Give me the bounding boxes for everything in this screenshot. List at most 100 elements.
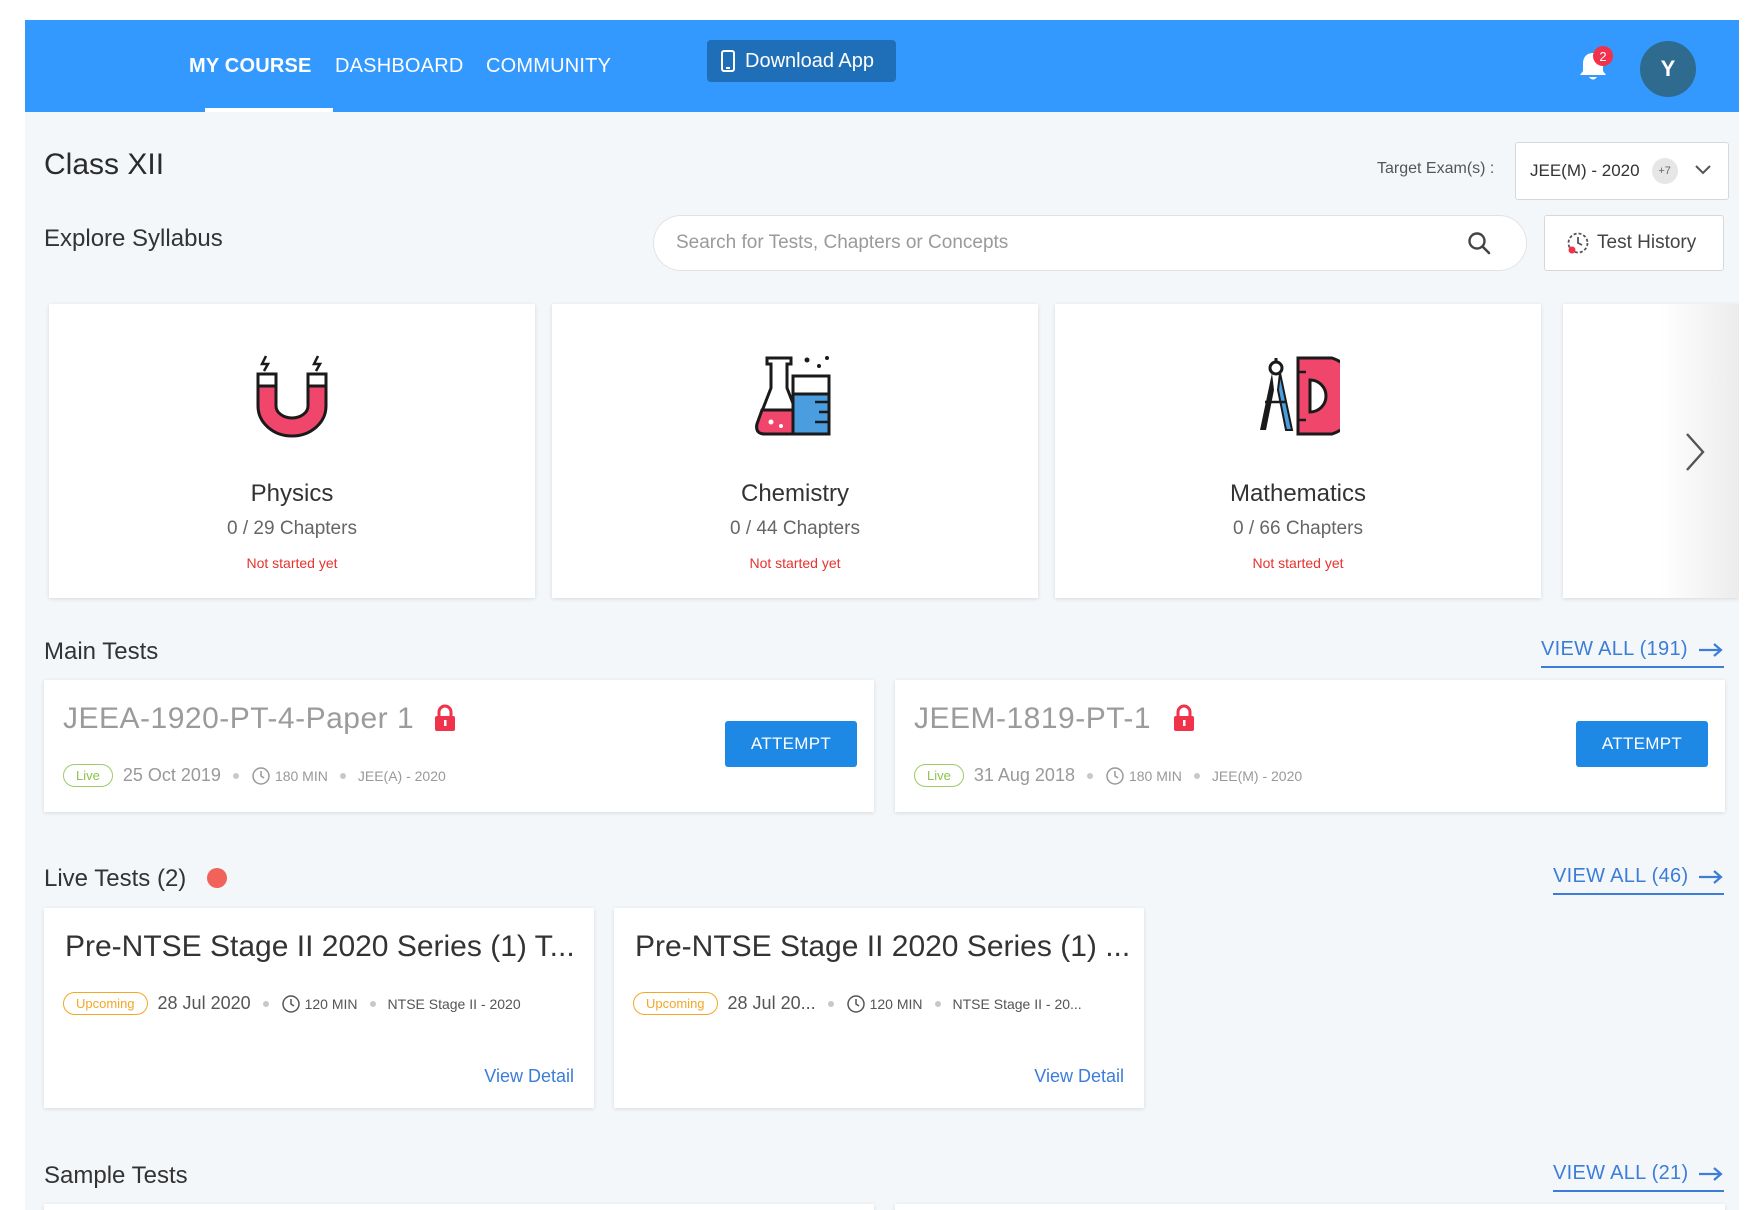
subject-card-mathematics[interactable]: Mathematics 0 / 66 Chapters Not started …	[1055, 304, 1541, 598]
subject-status: Not started yet	[1252, 555, 1344, 571]
view-detail-link[interactable]: View Detail	[484, 1066, 574, 1087]
separator-dot	[1086, 772, 1093, 779]
attempt-button[interactable]: ATTEMPT	[725, 721, 857, 767]
top-nav-bar: MY COURSE DASHBOARD COMMUNITY Download A…	[25, 20, 1739, 112]
live-test-title: Pre-NTSE Stage II 2020 Series (1) T...	[65, 930, 575, 963]
live-badge: Live	[914, 764, 964, 787]
test-date: 28 Jul 20...	[727, 993, 816, 1013]
test-exam: JEE(M) - 2020	[1211, 767, 1303, 784]
subject-card-partial	[1563, 304, 1739, 598]
test-date: 28 Jul 2020	[157, 993, 251, 1013]
app-frame: MY COURSE DASHBOARD COMMUNITY Download A…	[25, 20, 1739, 1210]
separator-dot	[934, 1000, 941, 1007]
main-test-meta: Live 25 Oct 2019 180 MIN JEE(A) - 2020	[63, 764, 446, 787]
test-duration: 180 MIN	[274, 767, 328, 784]
target-exam-more-badge: +7	[1651, 158, 1678, 184]
lock-icon	[1174, 704, 1194, 731]
download-app-button[interactable]: Download App	[707, 40, 896, 82]
sample-tests-title: Sample Tests	[44, 1162, 188, 1189]
live-test-title: Pre-NTSE Stage II 2020 Series (1) ...	[635, 930, 1131, 963]
sample-tests-view-all-link[interactable]: VIEW ALL (21)	[1553, 1162, 1725, 1192]
subject-name: Chemistry	[740, 480, 849, 507]
attempt-button[interactable]: ATTEMPT	[1576, 721, 1708, 767]
main-test-title: JEEA-1920-PT-4-Paper 1	[63, 702, 415, 735]
test-date: 25 Oct 2019	[122, 765, 221, 785]
separator-dot	[262, 1000, 269, 1007]
test-duration: 180 MIN	[1128, 767, 1182, 784]
search-input[interactable]	[676, 216, 1436, 270]
arrow-right-icon	[1699, 1166, 1724, 1181]
test-duration: 120 MIN	[869, 995, 923, 1012]
user-avatar[interactable]: Y	[1640, 41, 1696, 97]
flask-beaker-icon	[755, 356, 831, 436]
nav-community[interactable]: COMMUNITY	[486, 20, 611, 112]
live-tests-title: Live Tests (2)	[44, 865, 187, 892]
view-all-label: VIEW ALL (191)	[1541, 638, 1688, 660]
main-tests-title: Main Tests	[44, 638, 159, 665]
live-test-meta: Upcoming 28 Jul 20... 120 MIN NTSE Stage…	[633, 992, 1082, 1015]
test-history-button[interactable]: Test History	[1544, 215, 1724, 271]
view-all-label: VIEW ALL (21)	[1553, 1162, 1689, 1184]
live-test-meta: Upcoming 28 Jul 2020 120 MIN NTSE Stage …	[63, 992, 521, 1015]
clock-icon	[281, 994, 300, 1013]
subject-chapters: 0 / 66 Chapters	[1233, 518, 1363, 539]
arrow-right-icon	[1699, 869, 1724, 884]
test-history-label: Test History	[1597, 232, 1697, 253]
sample-test-card[interactable]	[44, 1204, 874, 1210]
main-test-card[interactable]: JEEM-1819-PT-1 ATTEMPT Live 31 Aug 2018 …	[895, 680, 1725, 812]
subject-status: Not started yet	[749, 555, 841, 571]
subject-chapters: 0 / 44 Chapters	[730, 518, 860, 539]
main-tests-view-all-link[interactable]: VIEW ALL (191)	[1541, 638, 1724, 668]
target-exam-select[interactable]: JEE(M) - 2020 +7	[1515, 142, 1729, 200]
nav-active-indicator	[205, 108, 333, 112]
target-exam-value: JEE(M) - 2020	[1530, 161, 1640, 180]
subject-card-chemistry[interactable]: Chemistry 0 / 44 Chapters Not started ye…	[552, 304, 1038, 598]
lock-icon	[435, 704, 455, 731]
main-test-meta: Live 31 Aug 2018 180 MIN JEE(M) - 2020	[914, 764, 1302, 787]
chevron-right-icon[interactable]	[1683, 430, 1709, 474]
subject-name: Physics	[250, 480, 334, 507]
compass-protractor-icon	[1260, 356, 1340, 436]
separator-dot	[1193, 772, 1200, 779]
live-tests-view-all-link[interactable]: VIEW ALL (46)	[1553, 865, 1725, 895]
magnet-icon	[256, 355, 328, 438]
view-all-label: VIEW ALL (46)	[1553, 865, 1689, 887]
explore-syllabus-title: Explore Syllabus	[44, 225, 223, 252]
test-exam: NTSE Stage II - 2020	[387, 995, 521, 1012]
live-test-card[interactable]: Pre-NTSE Stage II 2020 Series (1) ... Up…	[614, 908, 1144, 1108]
target-exam-label: Target Exam(s) :	[1377, 160, 1495, 177]
page-title: Class XII	[44, 148, 165, 181]
test-exam: JEE(A) - 2020	[357, 767, 446, 784]
live-indicator-dot	[207, 868, 227, 888]
history-clock-icon	[1567, 232, 1589, 254]
search-icon[interactable]	[1466, 230, 1492, 256]
upcoming-badge: Upcoming	[63, 992, 148, 1015]
separator-dot	[339, 772, 346, 779]
phone-icon	[721, 50, 735, 72]
subject-name: Mathematics	[1229, 480, 1367, 507]
main-test-card[interactable]: JEEA-1920-PT-4-Paper 1 ATTEMPT Live 25 O…	[44, 680, 874, 812]
live-test-card[interactable]: Pre-NTSE Stage II 2020 Series (1) T... U…	[44, 908, 594, 1108]
test-exam: NTSE Stage II - 20...	[952, 995, 1082, 1012]
separator-dot	[827, 1000, 834, 1007]
clock-icon	[846, 994, 865, 1013]
separator-dot	[232, 772, 239, 779]
chevron-down-icon	[1695, 165, 1711, 175]
arrow-right-icon	[1698, 642, 1723, 657]
test-duration: 120 MIN	[304, 995, 358, 1012]
clock-icon	[252, 766, 270, 785]
search-box	[653, 215, 1527, 271]
subject-card-physics[interactable]: Physics 0 / 29 Chapters Not started yet	[49, 304, 535, 598]
main-test-title: JEEM-1819-PT-1	[914, 702, 1152, 735]
subject-chapters: 0 / 29 Chapters	[227, 518, 357, 539]
clock-icon	[1106, 766, 1124, 785]
download-app-label: Download App	[745, 49, 874, 72]
notification-count-badge: 2	[1593, 46, 1613, 66]
live-badge: Live	[63, 764, 113, 787]
view-detail-link[interactable]: View Detail	[1034, 1066, 1124, 1087]
sample-test-card[interactable]	[895, 1204, 1725, 1210]
separator-dot	[369, 1000, 376, 1007]
subject-status: Not started yet	[246, 555, 338, 571]
nav-my-course[interactable]: MY COURSE	[189, 20, 312, 112]
nav-dashboard[interactable]: DASHBOARD	[335, 20, 464, 112]
